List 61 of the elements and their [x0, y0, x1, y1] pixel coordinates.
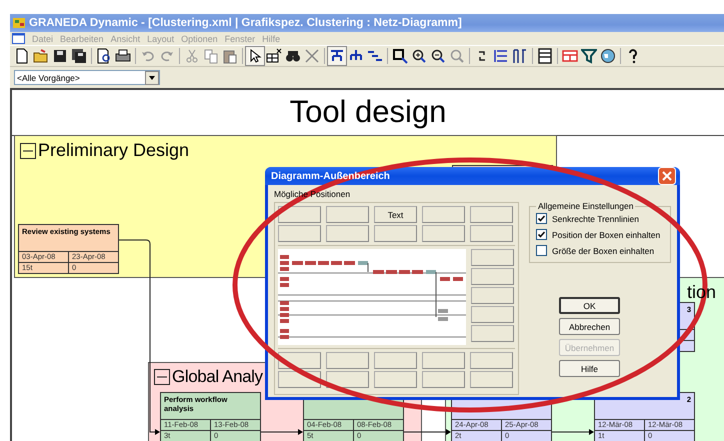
- dialog-button[interactable]: Hilfe: [559, 360, 620, 377]
- filter-icon[interactable]: [580, 47, 598, 65]
- checkbox[interactable]: [536, 213, 547, 224]
- checkbox-label: Größe der Boxen einhalten: [552, 246, 654, 256]
- zoom-fit-icon[interactable]: [391, 47, 409, 65]
- position-button[interactable]: [326, 352, 369, 369]
- close-icon[interactable]: [658, 167, 676, 185]
- position-button[interactable]: [471, 287, 514, 304]
- filter-dropdown[interactable]: <Alle Vorgänge>: [14, 70, 160, 85]
- position-button[interactable]: [422, 352, 465, 369]
- position-button[interactable]: [374, 225, 417, 242]
- lines-icon[interactable]: [492, 47, 510, 65]
- position-button[interactable]: [422, 225, 465, 242]
- dialog-button[interactable]: OK: [559, 297, 620, 314]
- document-icon[interactable]: [12, 33, 25, 44]
- position-button[interactable]: [326, 206, 369, 223]
- hierarchy-icon[interactable]: [328, 47, 346, 65]
- group-title: Global Analy: [172, 367, 263, 387]
- position-button[interactable]: Text: [374, 206, 417, 223]
- connector-line: [260, 429, 303, 435]
- checkbox-label: Position der Boxen einhalten: [552, 230, 660, 240]
- position-button[interactable]: [471, 249, 514, 266]
- position-button[interactable]: [422, 371, 465, 388]
- save-all-icon[interactable]: [70, 47, 88, 65]
- copy-icon[interactable]: [202, 47, 220, 65]
- position-button[interactable]: [278, 206, 321, 223]
- checkbox[interactable]: [536, 245, 547, 256]
- insert-table-icon[interactable]: [265, 47, 283, 65]
- checkbox[interactable]: [536, 229, 547, 240]
- dialog-button[interactable]: Abbrechen: [559, 318, 620, 335]
- position-button[interactable]: [471, 306, 514, 323]
- diagram-title: Tool design: [288, 94, 448, 130]
- window-title: GRANEDA Dynamic - [Clustering.xml | Grafikspez. Clustering : Netz-Diagramm]: [29, 17, 462, 29]
- collapse-icon[interactable]: [20, 142, 36, 158]
- zoom-out-icon[interactable]: [429, 47, 447, 65]
- save-icon[interactable]: [51, 47, 69, 65]
- position-button[interactable]: [326, 225, 369, 242]
- position-button[interactable]: [471, 325, 514, 342]
- pointer-icon[interactable]: [246, 47, 264, 65]
- app-icon: [12, 16, 26, 30]
- group-title: Allgemeine Einstellungen: [537, 201, 634, 211]
- position-button[interactable]: [470, 225, 513, 242]
- columns-icon[interactable]: [511, 47, 529, 65]
- table-icon[interactable]: [536, 47, 554, 65]
- position-button[interactable]: [471, 268, 514, 285]
- position-button[interactable]: [422, 206, 465, 223]
- position-button[interactable]: [470, 206, 513, 223]
- checkbox-label: Senkrechte Trennlinien: [552, 214, 639, 224]
- zoom-in-icon[interactable]: [410, 47, 428, 65]
- group-title: Preliminary Design: [38, 140, 190, 161]
- open-folder-icon[interactable]: [32, 47, 50, 65]
- position-button[interactable]: [470, 371, 513, 388]
- position-button[interactable]: [374, 371, 417, 388]
- position-button[interactable]: [326, 371, 369, 388]
- collapse-icon[interactable]: [154, 369, 170, 385]
- position-button[interactable]: [374, 352, 417, 369]
- position-button[interactable]: [278, 225, 321, 242]
- position-button[interactable]: [470, 352, 513, 369]
- connector-line: [552, 429, 594, 435]
- globe-icon[interactable]: [599, 47, 617, 65]
- connector-line: [404, 429, 451, 435]
